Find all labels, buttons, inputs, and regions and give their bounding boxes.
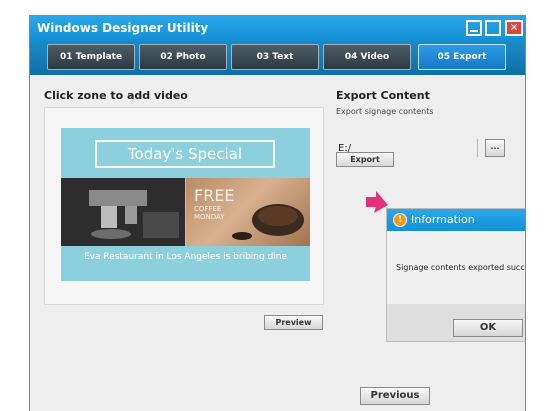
path-divider bbox=[477, 139, 478, 157]
previous-button[interactable]: Previous bbox=[360, 387, 430, 405]
promo-subtitle: COFFEE MONDAY bbox=[194, 205, 225, 221]
coffee-cup-image: FREE COFFEE MONDAY bbox=[186, 178, 310, 246]
dialog-title: Information bbox=[411, 213, 475, 226]
tab-export[interactable]: 05 Export bbox=[418, 44, 506, 70]
maximize-button[interactable] bbox=[485, 20, 501, 36]
tab-template[interactable]: 01 Template bbox=[47, 44, 135, 70]
tab-bar: 01 Template 02 Photo 03 Text 04 Video 05… bbox=[30, 41, 525, 75]
dialog-title-bar[interactable]: ! Information bbox=[387, 209, 525, 231]
tab-video[interactable]: 04 Video bbox=[323, 44, 411, 70]
window-title: Windows Designer Utility bbox=[37, 21, 209, 35]
signage-caption: Eva Restaurant in Los Angeles is bribing… bbox=[83, 252, 288, 262]
minimize-button[interactable] bbox=[466, 20, 482, 36]
signage-preview: Today's Special FREE COFFEE MONDAY Eva R… bbox=[61, 128, 310, 281]
info-icon: ! bbox=[393, 213, 407, 227]
export-subtitle: Export signage contents bbox=[336, 107, 434, 116]
preview-button[interactable]: Preview bbox=[264, 315, 323, 330]
video-zone-label: Click zone to add video bbox=[44, 89, 188, 102]
export-button[interactable]: Export bbox=[336, 152, 394, 167]
ok-button[interactable]: OK bbox=[453, 319, 523, 337]
signage-heading: Today's Special bbox=[95, 140, 275, 168]
arrow-icon bbox=[366, 191, 388, 213]
title-bar[interactable]: Windows Designer Utility ✕ bbox=[30, 15, 525, 41]
export-title: Export Content bbox=[336, 89, 430, 102]
browse-button[interactable]: ... bbox=[485, 139, 505, 157]
dialog-message: Signage contents exported success bbox=[396, 263, 526, 272]
tab-photo[interactable]: 02 Photo bbox=[139, 44, 227, 70]
app-window: Windows Designer Utility ✕ 01 Template 0… bbox=[29, 15, 526, 411]
close-button[interactable]: ✕ bbox=[505, 20, 523, 36]
promo-title: FREE bbox=[194, 186, 235, 205]
coffee-machine-image bbox=[61, 178, 185, 246]
tab-text[interactable]: 03 Text bbox=[231, 44, 319, 70]
information-dialog: ! Information Signage contents exported … bbox=[386, 208, 526, 342]
